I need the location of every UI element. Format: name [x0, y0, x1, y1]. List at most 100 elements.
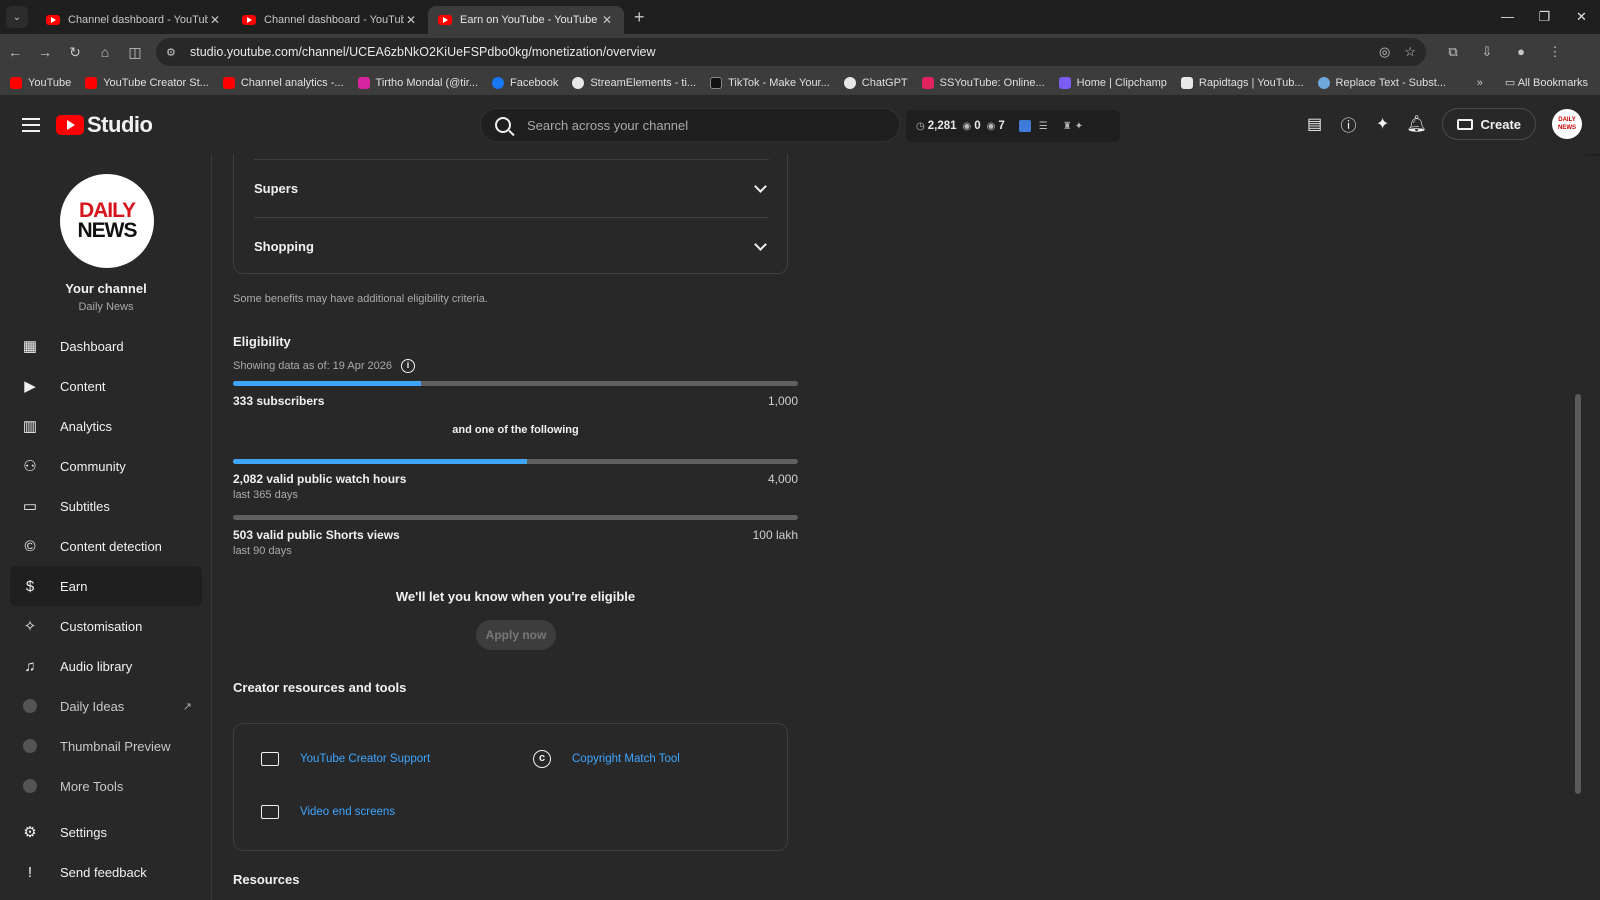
close-window-icon[interactable]: ✕: [1563, 0, 1600, 34]
all-bookmarks-label: All Bookmarks: [1517, 77, 1588, 89]
bookmark-item[interactable]: StreamElements - ti...: [572, 76, 696, 89]
site-info-icon[interactable]: ⚙: [166, 46, 180, 59]
split-view-icon[interactable]: ◫: [120, 44, 150, 61]
bookmark-star-icon[interactable]: ☆: [1404, 44, 1416, 60]
sidebar-item-customisation[interactable]: ✧ Customisation: [10, 606, 202, 646]
bookmark-item[interactable]: YouTube: [10, 76, 71, 89]
wand-icon: ✧: [23, 618, 37, 635]
close-tab-icon[interactable]: ✕: [600, 13, 614, 27]
extension-stats-pill[interactable]: ◷ 2,281 ◉ 0 ◉ 7 ☰ ♜ ✦: [906, 110, 1120, 142]
url-text: studio.youtube.com/channel/UCEA6zbNkO2Ki…: [190, 45, 656, 59]
back-icon[interactable]: ←: [0, 44, 30, 60]
resource-link-copyright-match[interactable]: c Copyright Match Tool: [532, 750, 680, 768]
bookmark-item[interactable]: TikTok - Make Your...: [710, 76, 830, 89]
facebook-icon: [492, 76, 505, 89]
accordion-label: Shopping: [254, 239, 314, 254]
dashboard-icon: ▦: [22, 338, 38, 355]
list-icon[interactable]: ☰: [1039, 121, 1048, 132]
dollar-icon: $: [25, 577, 35, 595]
chevron-down-icon: [754, 179, 767, 193]
help-icon[interactable]: ⓘ: [1332, 112, 1366, 136]
create-button[interactable]: Create: [1441, 108, 1536, 140]
sidebar-item-content-detection[interactable]: © Content detection: [10, 526, 202, 566]
eye-off-icon[interactable]: ◎: [1379, 44, 1390, 60]
search-input[interactable]: Search across your channel: [480, 108, 900, 142]
bookmark-label: Facebook: [510, 76, 559, 89]
trophy-icon[interactable]: ♜: [1063, 121, 1072, 132]
sidebar-item-analytics[interactable]: ▥ Analytics: [10, 406, 202, 446]
url-field[interactable]: ⚙ studio.youtube.com/channel/UCEA6zbNkO2…: [156, 38, 1426, 66]
bookmark-item[interactable]: SSYouTube: Online...: [921, 76, 1045, 89]
audio-library-icon: ♫: [24, 657, 36, 675]
avatar-text-line2: NEWS: [77, 219, 138, 242]
close-tab-icon[interactable]: ✕: [208, 13, 222, 27]
studio-logo[interactable]: Studio: [56, 112, 153, 138]
external-link-icon: ↗: [182, 700, 192, 713]
browser-tab-active[interactable]: Earn on YouTube - YouTube Stu ✕: [428, 6, 624, 34]
extensions-icon[interactable]: ⧉: [1436, 44, 1470, 60]
tab-title: Channel dashboard - YouTube: [68, 14, 208, 26]
bookmark-item[interactable]: Home | Clipchamp: [1058, 76, 1167, 89]
sidebar-item-daily-ideas[interactable]: Daily Ideas ↗: [10, 686, 202, 726]
bookmark-item[interactable]: Rapidtags | YouTub...: [1180, 76, 1304, 89]
scrollbar[interactable]: [1575, 394, 1581, 794]
profile-icon[interactable]: ●: [1504, 44, 1538, 60]
accordion-supers[interactable]: Supers: [254, 159, 769, 217]
new-tab-icon[interactable]: +: [634, 7, 645, 28]
menu-icon[interactable]: ⋮: [1538, 44, 1572, 60]
sidebar-item-label: Analytics: [60, 418, 113, 434]
browser-tab[interactable]: Channel dashboard - YouTube ✕: [36, 6, 232, 34]
reload-icon[interactable]: ↻: [60, 44, 90, 61]
sparkle-icon[interactable]: ✦: [1366, 114, 1400, 134]
bookmark-item[interactable]: YouTube Creator St...: [85, 76, 209, 89]
more-bookmarks-icon[interactable]: »: [1477, 77, 1483, 89]
resource-link-creator-support[interactable]: YouTube Creator Support: [260, 750, 430, 768]
sidebar-item-earn[interactable]: $ Earn: [10, 566, 202, 606]
info-icon[interactable]: i: [401, 359, 416, 373]
sidebar-item-send-feedback[interactable]: ! Send feedback: [10, 852, 202, 892]
tab-search-button[interactable]: ⌄: [6, 6, 28, 28]
bookmark-item[interactable]: Tirtho Mondal (@tir...: [357, 76, 478, 89]
downloads-icon[interactable]: ⇩: [1470, 44, 1504, 60]
stat-value: 2,281: [927, 120, 957, 132]
sidebar-item-subtitles[interactable]: ▭ Subtitles: [10, 486, 202, 526]
sidebar-item-content[interactable]: ▶ Content: [10, 366, 202, 406]
account-avatar[interactable]: DAILY NEWS: [1552, 109, 1582, 139]
sidebar-item-community[interactable]: ⚇ Community: [10, 446, 202, 486]
subtitles-icon: ▭: [22, 498, 38, 515]
minimize-icon[interactable]: —: [1489, 0, 1526, 34]
bookmark-item[interactable]: Facebook: [492, 76, 559, 89]
browser-tab[interactable]: Channel dashboard - YouTube ✕: [232, 6, 428, 34]
bookmark-item[interactable]: Replace Text - Subst...: [1317, 76, 1446, 89]
sparkle-icon[interactable]: ✦: [1075, 121, 1083, 132]
home-icon[interactable]: ⌂: [90, 44, 120, 60]
shorts-views-progress-bar: [233, 515, 798, 520]
sidebar-footer: ⚙ Settings ! Send feedback: [10, 812, 202, 892]
channel-avatar[interactable]: DAILY NEWS: [60, 174, 154, 268]
resource-link-end-screens[interactable]: Video end screens: [260, 803, 395, 821]
instagram-icon: [357, 76, 370, 89]
eligibility-title: Eligibility: [233, 334, 291, 349]
create-label: Create: [1480, 116, 1521, 132]
channel-name: Daily News: [78, 301, 134, 313]
extension-badge-icon[interactable]: [1018, 120, 1031, 132]
bookmark-item[interactable]: ChatGPT: [843, 76, 908, 89]
notifications-icon[interactable]: 🔔︎: [1400, 114, 1434, 134]
bookmark-label: Channel analytics -...: [240, 76, 344, 89]
close-tab-icon[interactable]: ✕: [404, 13, 418, 27]
youtube-favicon-icon: [438, 15, 452, 25]
bookmark-item[interactable]: Channel analytics -...: [222, 76, 344, 89]
sidebar-item-more-tools[interactable]: More Tools: [10, 766, 202, 806]
sidebar-item-settings[interactable]: ⚙ Settings: [10, 812, 202, 852]
sidebar-item-dashboard[interactable]: ▦ Dashboard: [10, 326, 202, 366]
bookmark-label: SSYouTube: Online...: [939, 76, 1045, 89]
sidebar-item-audio-library[interactable]: ♫ Audio library: [10, 646, 202, 686]
all-bookmarks-folder[interactable]: ▭ All Bookmarks: [1505, 76, 1588, 89]
accordion-shopping[interactable]: Shopping: [254, 217, 769, 275]
forward-icon[interactable]: →: [30, 44, 60, 60]
messages-icon[interactable]: ▤: [1298, 114, 1332, 134]
hamburger-menu-icon[interactable]: [22, 114, 40, 136]
sidebar-item-thumbnail-preview[interactable]: Thumbnail Preview: [10, 726, 202, 766]
restore-icon[interactable]: ❐: [1526, 0, 1563, 34]
apply-now-button[interactable]: Apply now: [476, 620, 556, 650]
